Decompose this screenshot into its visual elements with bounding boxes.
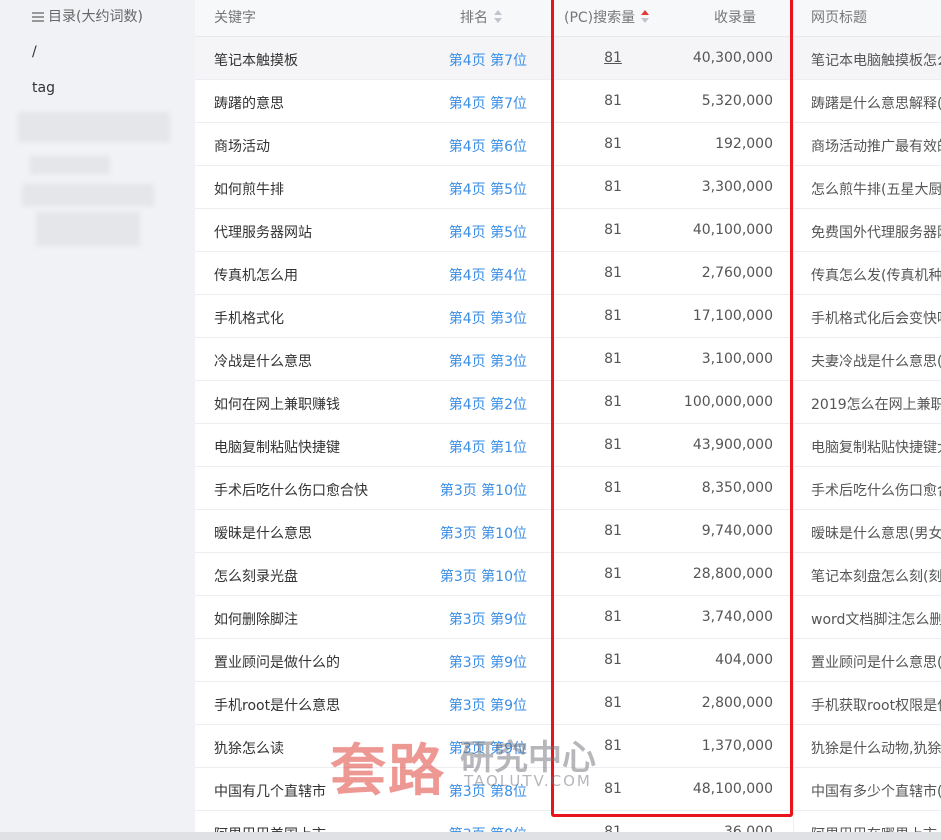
rank-link[interactable]: 第3页 第10位 xyxy=(440,566,527,586)
page-title-cell: 2019怎么在网上兼职 xyxy=(811,397,941,413)
page-title-cell: 手术后吃什么伤口愈合 xyxy=(811,483,941,499)
keyword-cell: 电脑复制粘贴快捷键 xyxy=(214,440,340,456)
page-title-cell: 中国有多少个直辖市( xyxy=(811,784,941,800)
sidebar-title: 目录(大约词数) xyxy=(32,6,143,26)
rank-link[interactable]: 第4页 第5位 xyxy=(449,222,527,242)
keyword-cell: 如何煎牛排 xyxy=(214,182,284,198)
header-keyword: 关键字 xyxy=(214,10,256,26)
rank-link[interactable]: 第3页 第10位 xyxy=(440,523,527,543)
sidebar-title-label: 目录(大约词数) xyxy=(48,9,143,25)
keyword-cell: 踌躇的意思 xyxy=(214,96,284,112)
rank-link[interactable]: 第4页 第4位 xyxy=(449,265,527,285)
bottom-scrollbar[interactable] xyxy=(0,832,941,840)
rank-link[interactable]: 第4页 第3位 xyxy=(449,308,527,328)
rank-link[interactable]: 第3页 第10位 xyxy=(440,480,527,500)
page-title-cell: 商场活动推广最有效的 xyxy=(811,139,941,155)
page-title-cell: word文档脚注怎么删 xyxy=(811,612,941,628)
sort-icon[interactable] xyxy=(494,10,502,24)
page-title-cell: 电脑复制粘贴快捷键大 xyxy=(811,440,941,456)
rank-link[interactable]: 第4页 第2位 xyxy=(449,394,527,414)
rank-link[interactable]: 第3页 第9位 xyxy=(449,695,527,715)
page-title-cell: 免费国外代理服务器网 xyxy=(811,225,941,241)
keyword-cell: 如何删除脚注 xyxy=(214,612,298,628)
redacted-block xyxy=(30,156,110,174)
sidebar-item-tag[interactable]: tag xyxy=(32,80,55,96)
page-title-cell: 犰狳是什么动物,犰狳 xyxy=(811,741,941,757)
keyword-cell: 代理服务器网站 xyxy=(214,225,312,241)
page-title-cell: 传真怎么发(传真机种 xyxy=(811,268,941,284)
header-rank[interactable]: 排名 xyxy=(460,7,502,27)
keyword-cell: 手机格式化 xyxy=(214,311,284,327)
keyword-cell: 冷战是什么意思 xyxy=(214,354,312,370)
header-rank-label: 排名 xyxy=(460,10,488,26)
rank-link[interactable]: 第4页 第7位 xyxy=(449,50,527,70)
keyword-cell: 传真机怎么用 xyxy=(214,268,298,284)
rank-link[interactable]: 第4页 第3位 xyxy=(449,351,527,371)
redacted-block xyxy=(18,112,170,142)
page-title-cell: 暧昧是什么意思(男女 xyxy=(811,526,941,542)
page-title-cell: 手机格式化后会变快吗 xyxy=(811,311,941,327)
redacted-block xyxy=(22,184,154,206)
keyword-cell: 怎么刻录光盘 xyxy=(214,569,298,585)
page-title-cell: 笔记本刻盘怎么刻(刻 xyxy=(811,569,941,585)
rank-link[interactable]: 第3页 第9位 xyxy=(449,652,527,672)
keyword-cell: 犰狳怎么读 xyxy=(214,741,284,757)
page-title-cell: 夫妻冷战是什么意思( xyxy=(811,354,941,370)
page-title-cell: 笔记本电脑触摸板怎么 xyxy=(811,53,941,69)
header-page-title: 网页标题 xyxy=(811,10,867,26)
sidebar-item-root[interactable]: / xyxy=(32,44,37,60)
page-title-cell: 踌躇是什么意思解释( xyxy=(811,96,941,112)
rank-link[interactable]: 第4页 第6位 xyxy=(449,136,527,156)
keyword-cell: 手术后吃什么伤口愈合快 xyxy=(214,483,368,499)
keyword-cell: 商场活动 xyxy=(214,139,270,155)
keyword-cell: 暧昧是什么意思 xyxy=(214,526,312,542)
rank-link[interactable]: 第3页 第9位 xyxy=(449,738,527,758)
redacted-block xyxy=(36,212,140,246)
keyword-cell: 如何在网上兼职赚钱 xyxy=(214,397,340,413)
sidebar: 目录(大约词数) / tag xyxy=(0,0,192,840)
page-title-cell: 怎么煎牛排(五星大厨 xyxy=(811,182,941,198)
rank-link[interactable]: 第4页 第5位 xyxy=(449,179,527,199)
list-icon xyxy=(32,12,44,22)
keyword-cell: 中国有几个直辖市 xyxy=(214,784,326,800)
rank-link[interactable]: 第3页 第9位 xyxy=(449,609,527,629)
keyword-cell: 置业顾问是做什么的 xyxy=(214,655,340,671)
annotation-box xyxy=(551,0,793,817)
keyword-cell: 手机root是什么意思 xyxy=(214,698,341,714)
rank-link[interactable]: 第4页 第7位 xyxy=(449,93,527,113)
column-divider xyxy=(793,0,794,840)
rank-link[interactable]: 第4页 第1位 xyxy=(449,437,527,457)
page-title-cell: 手机获取root权限是什 xyxy=(811,698,941,714)
page-title-cell: 置业顾问是什么意思( xyxy=(811,655,941,671)
rank-link[interactable]: 第3页 第8位 xyxy=(449,781,527,801)
keyword-cell: 笔记本触摸板 xyxy=(214,53,298,69)
